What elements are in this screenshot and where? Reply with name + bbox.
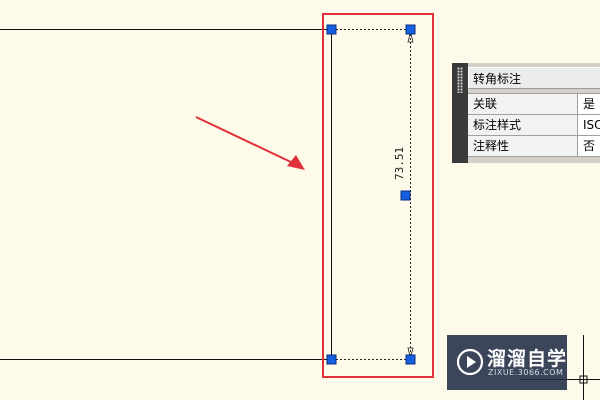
property-key: 注释性 (468, 136, 578, 156)
grip-top-left[interactable] (326, 24, 337, 35)
panel-title: 转角标注 (468, 67, 600, 89)
quick-properties-panel[interactable]: 转角标注 关联 是 标注样式 ISO-25 注释性 否 (452, 63, 600, 163)
property-value[interactable]: 否 (579, 136, 600, 156)
dimension-text[interactable]: 73.51 (393, 147, 406, 180)
grip-dots-icon[interactable] (457, 67, 463, 93)
grip-top-right[interactable] (405, 24, 416, 35)
watermark: 溜溜自学 ZIXUE.3066.COM (447, 335, 567, 390)
watermark-url: ZIXUE.3066.COM (488, 368, 564, 377)
panel-grip-bar[interactable] (452, 63, 468, 163)
property-key: 标注样式 (468, 115, 578, 135)
grip-bottom-right[interactable] (405, 354, 416, 365)
grip-text[interactable] (400, 190, 411, 201)
grip-bottom-left[interactable] (326, 354, 337, 365)
property-key: 关联 (468, 94, 578, 114)
property-row[interactable]: 注释性 否 (468, 136, 600, 157)
property-row[interactable]: 标注样式 ISO-25 (468, 115, 600, 136)
watermark-name: 溜溜自学 (487, 348, 568, 370)
play-logo-icon (456, 348, 484, 376)
property-row[interactable]: 关联 是 (468, 93, 600, 115)
property-value[interactable]: 是 (579, 94, 600, 114)
property-value[interactable]: ISO-25 (579, 115, 600, 135)
highlight-box (322, 13, 434, 378)
annotation-arrow (195, 116, 305, 170)
